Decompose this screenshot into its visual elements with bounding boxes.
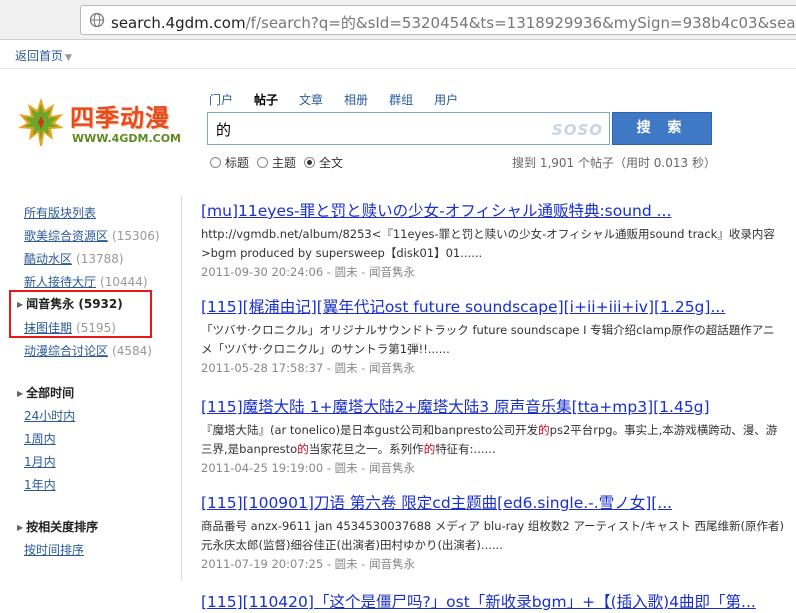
snippet-line: 「ツバサ·クロニクル」オリジナルサウンドトラック future soundsca… — [201, 323, 775, 337]
time-filter-week[interactable]: 1周内 — [24, 430, 56, 447]
triangle-right-icon: ▶ — [17, 523, 24, 532]
radio-fulltext-dot[interactable] — [304, 157, 316, 168]
tab-posts[interactable]: 帖子 — [254, 91, 278, 108]
globe-icon — [89, 12, 105, 28]
sidebar-forum-count: (4584) — [112, 344, 152, 358]
chevron-down-icon: ▼ — [65, 53, 72, 63]
search-type-tabs: 门户 帖子 文章 相册 群组 用户 — [209, 91, 479, 108]
url-path: /f/search?q=的&sId=5320454&ts=1318929936&… — [245, 14, 796, 32]
highlight-box — [9, 290, 152, 338]
snippet-line: 元永庆太郎(监督)细谷佳正(出演者)田村ゆかり(出演者)...... — [201, 538, 503, 552]
search-input[interactable] — [216, 118, 546, 140]
radio-title-label: 标题 — [225, 156, 250, 170]
sidebar-forum-label: 酷动水区 — [24, 252, 73, 266]
address-bar[interactable]: search.4gdm.com/f/search?q=的&sId=5320454… — [80, 5, 796, 35]
browser-toolbar: search.4gdm.com/f/search?q=的&sId=5320454… — [0, 0, 796, 40]
time-filter-24h[interactable]: 24小时内 — [24, 407, 75, 424]
tab-articles[interactable]: 文章 — [299, 91, 323, 108]
address-url: search.4gdm.com/f/search?q=的&sId=5320454… — [111, 12, 796, 33]
tab-albums[interactable]: 相册 — [344, 91, 368, 108]
time-heading-label: 全部时间 — [26, 386, 75, 400]
radio-title[interactable]: 标题 — [210, 154, 249, 171]
sidebar-forum-label: 歌美综合资源区 — [24, 229, 109, 243]
result-snippet: 「ツバサ·クロニクル」オリジナルサウンドトラック future soundsca… — [201, 321, 791, 359]
result-snippet: http://vgmdb.net/album/8253<『11eyes-罪と罚と… — [201, 225, 791, 263]
radio-topic[interactable]: 主题 — [257, 154, 296, 171]
result-title-link[interactable]: [115][100901]刀语 第六卷 限定cd主题曲[ed6.single.-… — [201, 491, 791, 513]
result-meta: 2011-04-25 19:19:00 - 圆未 - 闻音隽永 — [201, 461, 416, 475]
result-title-link[interactable]: [115][110420]「这个是僵尸吗?」ost「新收录bgm」+【(插入歌)… — [201, 590, 791, 612]
sidebar-forum-count: (10444) — [100, 275, 148, 289]
search-button[interactable]: 搜 索 — [612, 112, 712, 145]
sidebar-forum-count: (13788) — [76, 252, 124, 266]
radio-topic-dot[interactable] — [257, 157, 269, 168]
radio-title-dot[interactable] — [210, 157, 221, 168]
sidebar-divider — [181, 196, 182, 581]
sidebar-forum-label: 所有版块列表 — [24, 206, 97, 220]
sort-by-time-link[interactable]: 按时间排序 — [24, 541, 84, 558]
time-filter-year[interactable]: 1年内 — [24, 476, 56, 493]
sidebar-forum-all[interactable]: 所有版块列表 — [24, 204, 96, 221]
radio-fulltext[interactable]: 全文 — [304, 154, 343, 171]
result-count: 搜到 1,901 个帖子（用时 0.013 秒） — [512, 156, 716, 170]
sidebar-forum-count: (15306) — [112, 229, 160, 243]
sidebar-forum-item[interactable]: 歌美综合资源区 (15306) — [24, 227, 160, 244]
back-home-label: 返回首页 — [15, 49, 64, 63]
logo-subtitle: WWW.4GDM.COM — [72, 132, 181, 145]
url-host: search.4gdm.com — [111, 14, 246, 32]
sidebar-forum-label: 动漫综合讨论区 — [24, 344, 109, 358]
logo-title: 四季动漫 — [70, 104, 170, 132]
sort-heading-label: 按相关度排序 — [26, 520, 99, 534]
sidebar-time-heading: ▶ 全部时间 — [17, 384, 74, 401]
query-highlight: 的 — [538, 423, 550, 437]
back-home-link[interactable]: 返回首页 ▼ — [15, 47, 72, 64]
search-result: [mu]11eyes-罪と罚と赎いの少女-オフィシャル通贩特典:sound ..… — [201, 199, 791, 281]
search-scope-options: 标题 主题 全文 — [210, 154, 351, 171]
sidebar-forum-label: 新人接待大厅 — [24, 275, 97, 289]
result-title-link[interactable]: [115]魔塔大陆 1+魔塔大陆2+魔塔大陆3 原声音乐集[tta+mp3][1… — [201, 395, 791, 417]
result-snippet: 『魔塔大陆』(ar tonelico)是日本gust公司和banpresto公司… — [201, 421, 791, 459]
sidebar-forum-item[interactable]: 酷动水区 (13788) — [24, 250, 124, 267]
time-filter-month[interactable]: 1月内 — [24, 453, 56, 470]
query-highlight: 的 — [423, 442, 436, 456]
search-result: [115][梶浦由记][翼年代记ost future soundscape][i… — [201, 295, 791, 377]
site-logo[interactable]: 四季动漫 WWW.4GDM.COM — [16, 96, 186, 152]
snippet-line: 『魔塔大陆』(ar tonelico)是日本gust公司和banpresto公司… — [201, 423, 778, 437]
result-meta: 2011-09-30 20:24:06 - 圆未 - 闻音隽永 — [201, 265, 416, 279]
tab-groups[interactable]: 群组 — [389, 91, 413, 108]
search-result: [115]魔塔大陆 1+魔塔大陆2+魔塔大陆3 原声音乐集[tta+mp3][1… — [201, 395, 791, 477]
snippet-line: 商品番号 anzx-9611 jan 4534530037688 メディア bl… — [201, 519, 784, 533]
radio-topic-label: 主题 — [272, 156, 297, 170]
radio-fulltext-label: 全文 — [319, 156, 344, 170]
tab-portal[interactable]: 门户 — [209, 91, 233, 108]
search-result: [115][110420]「这个是僵尸吗?」ost「新收录bgm」+【(插入歌)… — [201, 590, 791, 612]
snippet-line: http://vgmdb.net/album/8253<『11eyes-罪と罚と… — [201, 227, 775, 241]
result-title-link[interactable]: [mu]11eyes-罪と罚と赎いの少女-オフィシャル通贩特典:sound ..… — [201, 199, 791, 221]
snippet-line: メ「ツバサ·クロニクル」のサントラ第1弾!!...... — [201, 342, 450, 356]
search-box: SOSO — [207, 112, 610, 145]
query-highlight: 的 — [297, 442, 309, 456]
result-title-link[interactable]: [115][梶浦由记][翼年代记ost future soundscape][i… — [201, 295, 791, 317]
result-meta: 2011-05-28 17:58:37 - 圆未 - 闻音隽永 — [201, 361, 416, 375]
sidebar-forum-item[interactable]: 动漫综合讨论区 (4584) — [24, 342, 152, 359]
sidebar-sort-heading: ▶ 按相关度排序 — [17, 518, 98, 535]
search-result: [115][100901]刀语 第六卷 限定cd主题曲[ed6.single.-… — [201, 491, 791, 573]
result-snippet: 商品番号 anzx-9611 jan 4534530037688 メディア bl… — [201, 517, 791, 555]
sidebar-forum-item[interactable]: 新人接待大厅 (10444) — [24, 273, 148, 290]
result-meta: 2011-07-19 20:07:25 - 圆未 - 闻音隽永 — [201, 557, 416, 571]
snippet-line: >bgm produced by supersweep【disk01】01...… — [201, 246, 483, 260]
triangle-right-icon: ▶ — [17, 389, 24, 398]
maple-leaf-icon — [18, 98, 64, 146]
tab-users[interactable]: 用户 — [434, 91, 458, 108]
soso-watermark: SOSO — [551, 121, 603, 139]
snippet-line: 三界,是banpresto的当家花旦之一。系列作的特征有:...... — [201, 442, 496, 456]
top-divider — [0, 68, 796, 69]
